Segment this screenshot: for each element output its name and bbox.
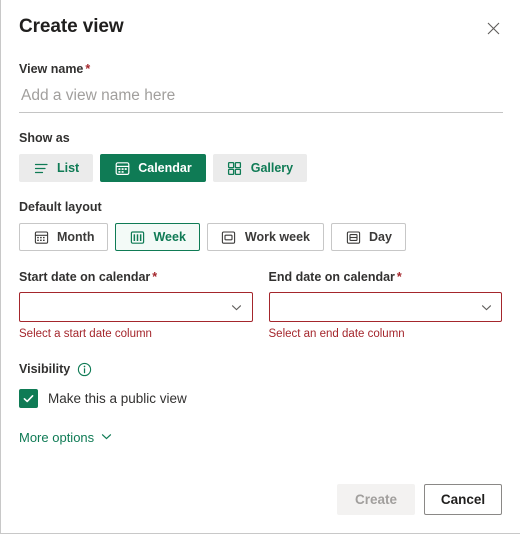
required-marker: * <box>85 62 91 76</box>
chevron-down-icon <box>479 300 493 314</box>
end-date-field: End date on calendar * Select an end date… <box>268 269 503 342</box>
required-marker: * <box>152 270 158 284</box>
show-as-option-gallery[interactable]: Gallery <box>212 154 308 182</box>
start-date-error: Select a start date column <box>19 328 152 340</box>
start-date-dropdown[interactable] <box>19 292 253 322</box>
calendar-icon <box>114 160 130 176</box>
start-date-field: Start date on calendar * Select a start d… <box>19 269 253 342</box>
layout-option-week[interactable]: Week <box>115 223 200 251</box>
show-as-option-calendar[interactable]: Calendar <box>100 154 206 182</box>
layout-option-month[interactable]: Month <box>19 223 109 251</box>
more-options-label: More options <box>19 430 95 445</box>
default-layout-label: Default layout <box>19 200 102 214</box>
show-as-option-list[interactable]: List <box>19 154 94 182</box>
chevron-down-icon <box>230 300 244 314</box>
public-view-checkbox-label: Make this a public view <box>48 391 187 406</box>
show-as-label: Show as <box>19 131 70 145</box>
public-view-checkbox-row[interactable]: Make this a public view <box>19 389 502 408</box>
layout-option-label: Work week <box>244 230 310 244</box>
layout-option-label: Day <box>369 230 392 244</box>
gallery-icon <box>227 160 243 176</box>
show-as-option-label: Gallery <box>250 161 294 175</box>
visibility-section: Visibility Make this a public view <box>19 361 502 408</box>
create-button[interactable]: Create <box>337 484 415 515</box>
default-layout-options: Month Week Work week Day <box>19 223 502 251</box>
view-name-label-text: View name <box>19 62 84 76</box>
layout-option-label: Week <box>153 230 186 244</box>
dialog-footer: Create Cancel <box>19 484 502 533</box>
layout-option-work-week[interactable]: Work week <box>206 223 324 251</box>
layout-option-day[interactable]: Day <box>331 223 406 251</box>
more-options-link[interactable]: More options <box>19 430 112 445</box>
cancel-button[interactable]: Cancel <box>424 484 502 515</box>
show-as-options: List Calendar Gallery <box>19 154 502 182</box>
end-date-dropdown[interactable] <box>268 292 502 322</box>
view-name-field: View name * <box>19 61 503 113</box>
visibility-header: Visibility <box>19 361 502 377</box>
visibility-label: Visibility <box>19 362 71 376</box>
info-icon[interactable] <box>77 362 92 377</box>
show-as-option-label: Calendar <box>138 161 192 175</box>
public-view-checkbox[interactable] <box>19 389 38 408</box>
page-title: Create view <box>19 16 124 37</box>
view-name-input[interactable] <box>19 85 503 113</box>
create-view-dialog: Create view View name* Show as List <box>0 0 520 534</box>
view-name-label: View name * <box>19 61 502 77</box>
show-as-option-label: List <box>57 161 80 175</box>
layout-option-label: Month <box>57 230 95 244</box>
close-icon[interactable] <box>480 15 506 41</box>
start-date-label: Start date on calendar * <box>19 269 253 285</box>
calendar-week-icon <box>129 229 145 245</box>
dialog-header: Create view <box>19 0 502 41</box>
chevron-down-icon <box>101 430 112 445</box>
end-date-label: End date on calendar * <box>269 269 503 285</box>
start-date-label-text: Start date on calendar <box>19 270 151 284</box>
date-fields-row: Start date on calendar * Select a start d… <box>19 269 502 342</box>
calendar-day-icon <box>345 229 361 245</box>
end-date-label-text: End date on calendar <box>268 270 395 284</box>
calendar-workweek-icon <box>221 229 237 245</box>
default-layout-group: Default layout Month Week Work week Day <box>19 199 502 251</box>
list-icon <box>33 160 49 176</box>
calendar-month-icon <box>33 229 49 245</box>
end-date-error: Select an end date column <box>268 328 405 340</box>
show-as-group: Show as List Calendar Gallery <box>19 130 502 182</box>
required-marker: * <box>396 270 402 284</box>
